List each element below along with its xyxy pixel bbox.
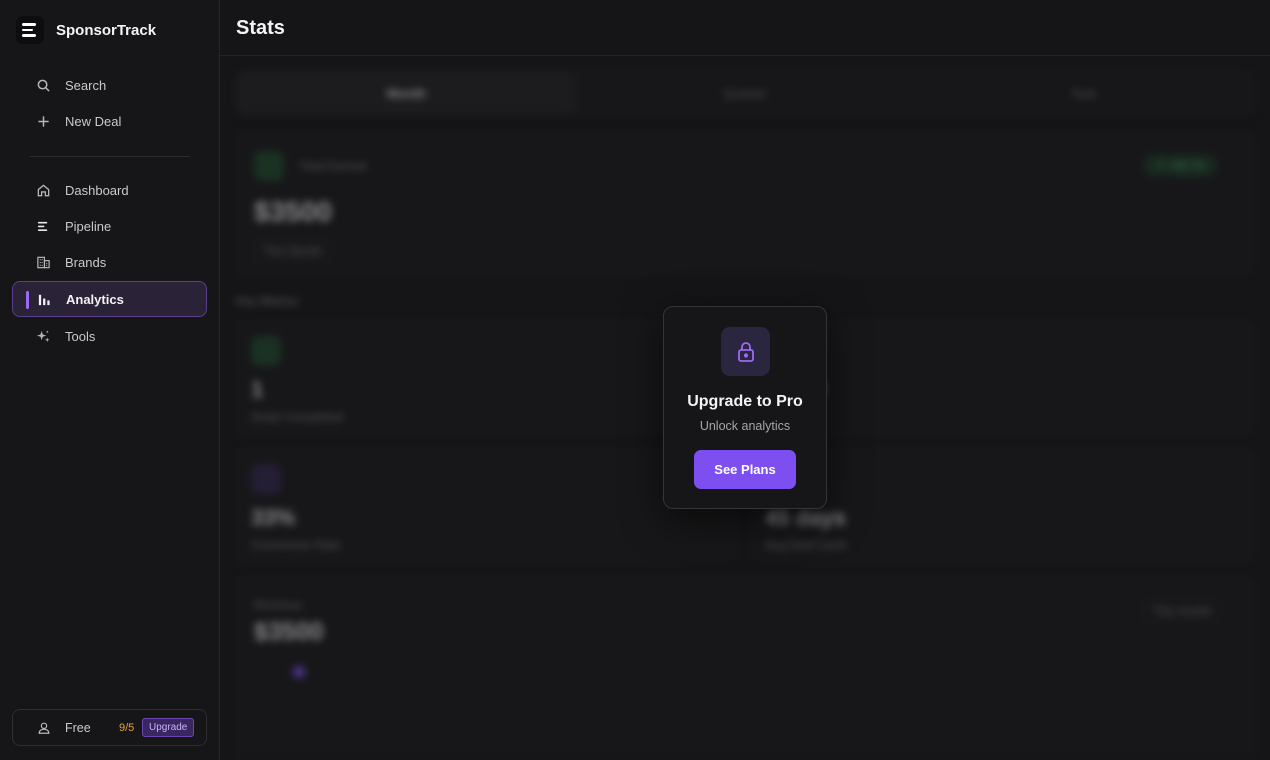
total-earned-value: $3500 xyxy=(254,196,332,227)
sidebar-item-analytics[interactable]: Analytics xyxy=(12,281,207,317)
sidebar-item-tools[interactable]: Tools xyxy=(12,318,207,354)
key-metrics-title: Key Metrics xyxy=(236,294,299,308)
revenue-label: Revenue xyxy=(254,598,303,612)
sidebar-item-dashboard[interactable]: Dashboard xyxy=(12,172,207,208)
page-header: Stats xyxy=(220,0,1270,56)
metric-value: 1 xyxy=(251,377,264,402)
total-earned-card: Total Earned $3500 This Month ↗ +48.7% xyxy=(236,133,1254,275)
building-icon xyxy=(37,256,50,268)
revenue-card: Revenue $3500 This month xyxy=(236,577,1254,760)
new-deal-button[interactable]: New Deal xyxy=(12,103,207,139)
new-deal-label: New Deal xyxy=(65,113,122,129)
metric-label: Avg Deal Cycle xyxy=(765,538,847,552)
metric-value: 33% xyxy=(251,505,296,530)
tab-month[interactable]: Month xyxy=(237,72,576,114)
plan-status[interactable]: Free 9/5 Upgrade xyxy=(12,709,207,746)
bar-chart-icon xyxy=(38,294,50,305)
plan-label: Free xyxy=(65,720,91,735)
sidebar-item-label: Analytics xyxy=(66,291,124,307)
metric-card: 1 Deals Completed xyxy=(236,321,736,435)
pipeline-icon xyxy=(37,221,48,231)
page-title: Stats xyxy=(236,17,285,39)
active-indicator xyxy=(26,291,29,309)
sparkles-icon xyxy=(36,329,50,342)
home-icon xyxy=(37,183,50,196)
sidebar: SponsorTrack Search New Deal Dashboard P… xyxy=(0,0,220,760)
change-badge: ↗ +48.7% xyxy=(1143,154,1217,177)
tab-quarter[interactable]: Quarter xyxy=(576,72,915,114)
sidebar-item-label: Tools xyxy=(65,328,96,344)
period-tabs: Month Quarter Year xyxy=(236,71,1254,115)
sidebar-item-pipeline[interactable]: Pipeline xyxy=(12,208,207,244)
sidebar-item-label: Pipeline xyxy=(65,218,112,234)
revenue-period: This month xyxy=(1143,600,1221,622)
trend-icon xyxy=(251,464,281,494)
metric-card: 0 xyxy=(752,321,1254,435)
user-icon xyxy=(38,722,50,734)
sidebar-divider xyxy=(30,156,190,157)
see-plans-button[interactable]: See Plans xyxy=(694,450,796,489)
total-earned-label: Total Earned xyxy=(299,159,367,173)
metric-label: Deals Completed xyxy=(251,410,344,424)
metric-label: Conversion Rate xyxy=(251,538,341,552)
sidebar-item-label: Dashboard xyxy=(65,182,129,198)
search-icon xyxy=(37,79,50,92)
revenue-value: $3500 xyxy=(254,618,324,646)
upgrade-modal: Upgrade to Pro Unlock analytics See Plan… xyxy=(663,306,827,509)
metric-card: 45 days Avg Deal Cycle xyxy=(752,449,1254,563)
modal-title: Upgrade to Pro xyxy=(687,393,803,410)
chart-point xyxy=(293,666,305,678)
tab-year[interactable]: Year xyxy=(914,72,1253,114)
total-earned-period: This Month xyxy=(254,240,332,262)
search-label: Search xyxy=(65,77,107,93)
sidebar-item-brands[interactable]: Brands xyxy=(12,244,207,280)
lock-icon xyxy=(721,327,770,376)
upgrade-button[interactable]: Upgrade xyxy=(142,718,195,737)
check-icon xyxy=(251,336,281,366)
modal-subtitle: Unlock analytics xyxy=(699,419,791,433)
search-button[interactable]: Search xyxy=(12,67,207,103)
metric-card: 33% Conversion Rate xyxy=(236,449,736,563)
plus-icon xyxy=(38,115,49,127)
sidebar-item-label: Brands xyxy=(65,254,107,270)
app-logo-icon xyxy=(16,16,44,44)
dollar-icon xyxy=(254,151,284,181)
app-name: SponsorTrack xyxy=(56,21,157,39)
brand[interactable]: SponsorTrack xyxy=(16,16,156,44)
usage-count: 9/5 xyxy=(119,721,135,734)
